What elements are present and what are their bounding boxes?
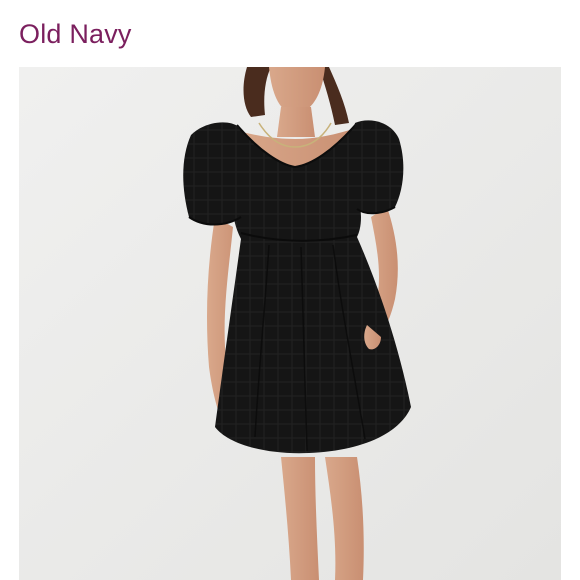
brand-name[interactable]: Old Navy [19,16,132,52]
left-sleeve [183,122,246,225]
neck [277,107,315,137]
right-sleeve [352,120,404,214]
product-photo[interactable] [19,67,561,580]
dress-photo-icon [19,67,561,580]
listing-page: Old Navy [0,0,580,580]
